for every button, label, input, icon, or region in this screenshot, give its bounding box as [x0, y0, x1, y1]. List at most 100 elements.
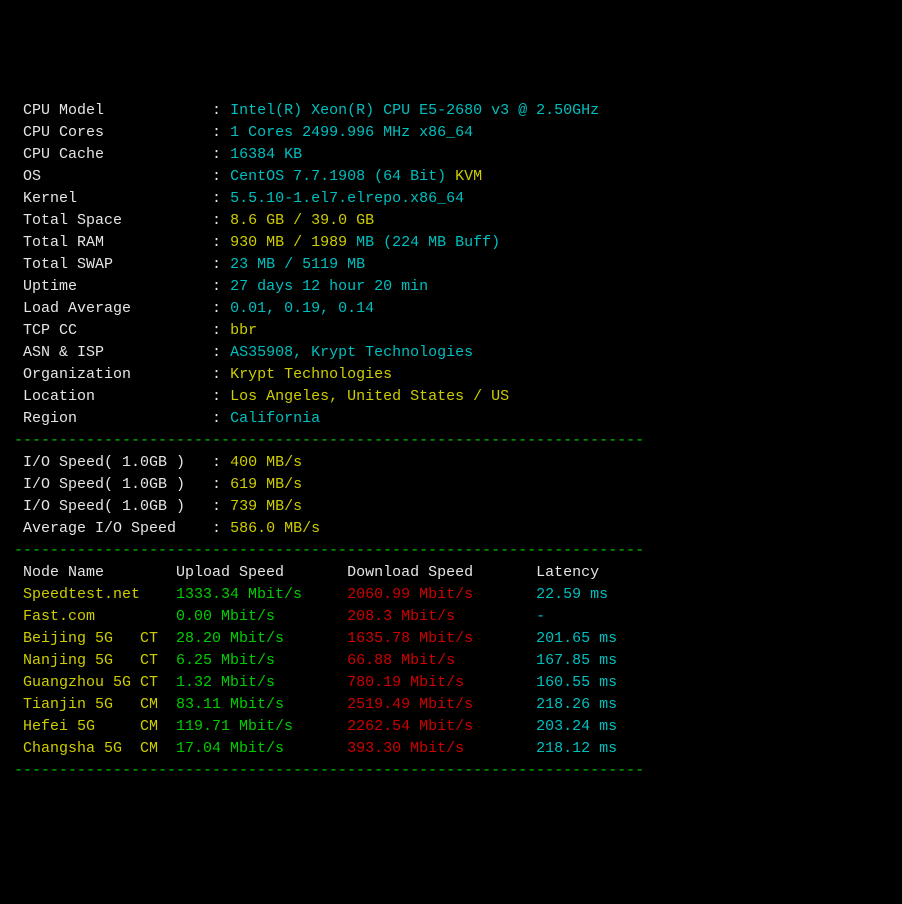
speed-download: 1635.78 Mbit/s: [347, 630, 536, 647]
sysinfo-value: CentOS 7.7.1908 (64 Bit): [230, 168, 446, 185]
colon: :: [212, 344, 230, 361]
speed-header: Node Name Upload Speed Download Speed La…: [14, 562, 888, 584]
colon: :: [212, 322, 230, 339]
sysinfo-value: California: [230, 410, 320, 427]
speed-latency: 201.65 ms: [536, 630, 617, 647]
colon: :: [212, 102, 230, 119]
speed-node: Nanjing 5G CT: [14, 652, 176, 669]
speed-node: Fast.com: [14, 608, 176, 625]
sysinfo-value-extra: MB (224 MB Buff): [347, 234, 500, 251]
speed-upload: 28.20 Mbit/s: [176, 630, 347, 647]
colon: :: [212, 212, 230, 229]
colon: :: [212, 124, 230, 141]
speed-header-down: Download Speed: [347, 564, 536, 581]
colon: :: [212, 146, 230, 163]
sysinfo-label: CPU Cache: [14, 146, 212, 163]
speed-download: 2060.99 Mbit/s: [347, 586, 536, 603]
speed-row: Tianjin 5G CM 83.11 Mbit/s 2519.49 Mbit/…: [14, 694, 888, 716]
sysinfo-label: Load Average: [14, 300, 212, 317]
speed-node: Changsha 5G CM: [14, 740, 176, 757]
speed-download: 393.30 Mbit/s: [347, 740, 536, 757]
colon: :: [212, 190, 230, 207]
speed-upload: 1.32 Mbit/s: [176, 674, 347, 691]
speed-row: Beijing 5G CT 28.20 Mbit/s 1635.78 Mbit/…: [14, 628, 888, 650]
speed-row: Hefei 5G CM 119.71 Mbit/s 2262.54 Mbit/s…: [14, 716, 888, 738]
io-value: 400 MB/s: [230, 454, 302, 471]
colon: :: [212, 278, 230, 295]
colon: :: [212, 388, 230, 405]
colon: :: [212, 410, 230, 427]
sysinfo-value-extra: KVM: [446, 168, 482, 185]
speed-latency: 22.59 ms: [536, 586, 608, 603]
sysinfo-label: Total SWAP: [14, 256, 212, 273]
speed-upload: 1333.34 Mbit/s: [176, 586, 347, 603]
sysinfo-row: CPU Cache : 16384 KB: [14, 144, 888, 166]
colon: :: [212, 234, 230, 251]
sysinfo-value: Intel(R) Xeon(R) CPU E5-2680 v3 @ 2.50GH…: [230, 102, 599, 119]
divider: ----------------------------------------…: [14, 430, 888, 452]
sysinfo-value: 23 MB / 5119 MB: [230, 256, 365, 273]
colon: :: [212, 454, 230, 471]
speed-header-lat: Latency: [536, 564, 599, 581]
sysinfo-label: Location: [14, 388, 212, 405]
speed-row: Guangzhou 5G CT 1.32 Mbit/s 780.19 Mbit/…: [14, 672, 888, 694]
sysinfo-value: 930 MB / 1989: [230, 234, 347, 251]
io-row: Average I/O Speed : 586.0 MB/s: [14, 518, 888, 540]
sysinfo-row: CPU Cores : 1 Cores 2499.996 MHz x86_64: [14, 122, 888, 144]
sysinfo-value: 0.01, 0.19, 0.14: [230, 300, 374, 317]
io-row: I/O Speed( 1.0GB ) : 739 MB/s: [14, 496, 888, 518]
colon: :: [212, 366, 230, 383]
speed-node: Speedtest.net: [14, 586, 176, 603]
io-value: 619 MB/s: [230, 476, 302, 493]
sysinfo-value: 5.5.10-1.el7.elrepo.x86_64: [230, 190, 464, 207]
sysinfo-label: Total RAM: [14, 234, 212, 251]
speed-download: 2262.54 Mbit/s: [347, 718, 536, 735]
divider: ----------------------------------------…: [14, 760, 888, 782]
colon: :: [212, 168, 230, 185]
speed-latency: 218.12 ms: [536, 740, 617, 757]
speed-row: Fast.com 0.00 Mbit/s 208.3 Mbit/s -: [14, 606, 888, 628]
speed-latency: 167.85 ms: [536, 652, 617, 669]
sysinfo-row: Total RAM : 930 MB / 1989 MB (224 MB Buf…: [14, 232, 888, 254]
speed-upload: 0.00 Mbit/s: [176, 608, 347, 625]
sysinfo-value: 27 days 12 hour 20 min: [230, 278, 428, 295]
colon: :: [212, 256, 230, 273]
speed-download: 208.3 Mbit/s: [347, 608, 536, 625]
sysinfo-label: Kernel: [14, 190, 212, 207]
colon: :: [212, 476, 230, 493]
speed-node: Beijing 5G CT: [14, 630, 176, 647]
sysinfo-value: 16384 KB: [230, 146, 302, 163]
sysinfo-label: Organization: [14, 366, 212, 383]
colon: :: [212, 520, 230, 537]
speed-upload: 17.04 Mbit/s: [176, 740, 347, 757]
io-value: 586.0 MB/s: [230, 520, 320, 537]
sysinfo-row: ASN & ISP : AS35908, Krypt Technologies: [14, 342, 888, 364]
sysinfo-row: Load Average : 0.01, 0.19, 0.14: [14, 298, 888, 320]
io-label: I/O Speed( 1.0GB ): [14, 498, 212, 515]
sysinfo-label: CPU Cores: [14, 124, 212, 141]
speed-download: 66.88 Mbit/s: [347, 652, 536, 669]
sysinfo-label: Uptime: [14, 278, 212, 295]
colon: :: [212, 498, 230, 515]
io-row: I/O Speed( 1.0GB ) : 400 MB/s: [14, 452, 888, 474]
speed-upload: 83.11 Mbit/s: [176, 696, 347, 713]
sysinfo-row: Total Space : 8.6 GB / 39.0 GB: [14, 210, 888, 232]
sysinfo-label: Region: [14, 410, 212, 427]
io-row: I/O Speed( 1.0GB ) : 619 MB/s: [14, 474, 888, 496]
sysinfo-row: TCP CC : bbr: [14, 320, 888, 342]
divider: ----------------------------------------…: [14, 540, 888, 562]
speed-node: Tianjin 5G CM: [14, 696, 176, 713]
speed-node: Hefei 5G CM: [14, 718, 176, 735]
io-label: I/O Speed( 1.0GB ): [14, 454, 212, 471]
sysinfo-value: 1 Cores 2499.996 MHz x86_64: [230, 124, 473, 141]
sysinfo-label: OS: [14, 168, 212, 185]
sysinfo-label: TCP CC: [14, 322, 212, 339]
speed-header-up: Upload Speed: [176, 564, 347, 581]
sysinfo-row: Total SWAP : 23 MB / 5119 MB: [14, 254, 888, 276]
speed-upload: 6.25 Mbit/s: [176, 652, 347, 669]
sysinfo-value: Los Angeles, United States / US: [230, 388, 509, 405]
colon: :: [212, 300, 230, 317]
speed-download: 2519.49 Mbit/s: [347, 696, 536, 713]
speed-latency: 203.24 ms: [536, 718, 617, 735]
sysinfo-row: Uptime : 27 days 12 hour 20 min: [14, 276, 888, 298]
